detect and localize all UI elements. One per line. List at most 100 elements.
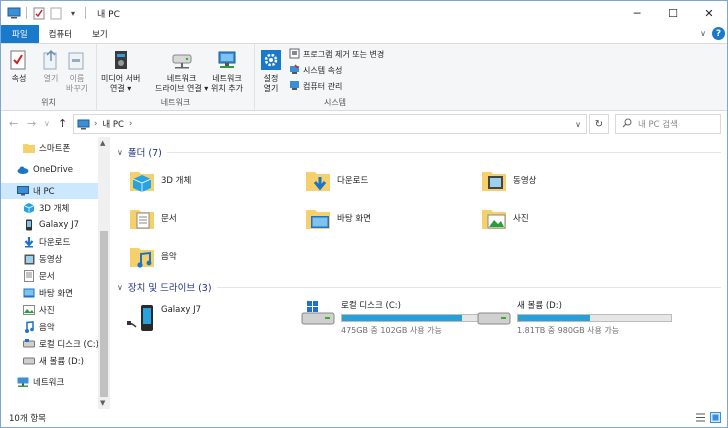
desktop-icon (23, 287, 35, 299)
folders-section-header[interactable]: ∨ 폴더 (7) (117, 145, 721, 159)
folder-label: 사진 (513, 214, 529, 224)
tab-file[interactable]: 파일 (1, 25, 39, 43)
collapse-ribbon-icon[interactable]: ∨ (700, 29, 706, 38)
drive-icon (23, 355, 35, 367)
folder-3d-objects[interactable]: 3D 개체 (129, 167, 191, 193)
network-location-label-1: 네트워크 (212, 74, 242, 83)
properties-icon[interactable] (32, 6, 46, 20)
content-pane: ∨ 폴더 (7) 3D 개체 다운로드 동영상 문서 바탕 화면 사진 음악 ∨… (113, 137, 727, 409)
computer-icon[interactable] (7, 6, 21, 20)
network-drive-icon (170, 48, 194, 72)
phone-icon (125, 303, 155, 336)
folder-pictures[interactable]: 사진 (481, 205, 529, 231)
folder-videos[interactable]: 동영상 (481, 167, 536, 193)
media-server-button[interactable]: 미디어 서버 연결 ▾ (101, 48, 140, 94)
breadcrumb-separator-icon[interactable]: › (129, 119, 132, 129)
devices-section-header[interactable]: ∨ 장치 및 드라이브 (3) (117, 280, 721, 294)
back-arrow-icon[interactable]: ← (9, 117, 18, 130)
close-button[interactable]: ✕ (691, 1, 727, 25)
refresh-button[interactable]: ↻ (589, 114, 609, 134)
nav-item-documents[interactable]: 문서 (1, 268, 98, 284)
customize-dropdown-icon[interactable]: ▾ (66, 6, 80, 20)
picture-icon (23, 304, 35, 316)
drive-local-disk-c[interactable]: 로컬 디스크 (C:) 475GB 중 102GB 사용 가능 (301, 297, 496, 336)
properties-label: 속성 (11, 74, 27, 83)
drive-new-volume-d[interactable]: 새 볼륨 (D:) 1.81TB 중 980GB 사용 가능 (477, 297, 672, 336)
recent-locations-icon[interactable]: ∨ (44, 119, 50, 128)
large-icons-view-icon[interactable] (710, 412, 721, 423)
chevron-down-icon[interactable]: ∨ (117, 283, 123, 292)
folder-label: 다운로드 (337, 176, 369, 186)
search-box[interactable]: 내 PC 검색 (615, 114, 721, 134)
drive-label: 로컬 디스크 (C:) (341, 301, 401, 311)
nav-label: 바탕 화면 (39, 289, 73, 299)
cube-icon (129, 167, 155, 193)
nav-label: Galaxy J7 (39, 220, 80, 230)
nav-item-onedrive[interactable]: OneDrive (1, 162, 98, 178)
document-icon (23, 270, 35, 282)
chevron-down-icon[interactable]: ∨ (117, 148, 123, 157)
nav-item-network[interactable]: 네트워크 (1, 374, 98, 390)
nav-item-pictures[interactable]: 사진 (1, 302, 98, 318)
up-arrow-icon[interactable]: ↑ (58, 117, 67, 130)
window-title: 내 PC (97, 9, 120, 20)
download-icon (23, 236, 35, 248)
new-folder-icon[interactable] (49, 6, 63, 20)
nav-label: 3D 개체 (39, 204, 70, 214)
computer-management-button[interactable]: 컴퓨터 관리 (289, 80, 342, 93)
uninstall-program-button[interactable]: 프로그램 제거 또는 변경 (289, 48, 384, 61)
folder-desktop[interactable]: 바탕 화면 (305, 205, 371, 231)
scroll-down-icon[interactable]: ▼ (100, 399, 105, 407)
nav-item-downloads[interactable]: 다운로드 (1, 234, 98, 250)
breadcrumb-this-pc[interactable]: 내 PC (102, 118, 124, 130)
nav-item-desktop[interactable]: 바탕 화면 (1, 285, 98, 301)
breadcrumb-separator-icon[interactable]: › (94, 119, 97, 129)
minimize-button[interactable]: ─ (619, 1, 655, 25)
scrollbar-thumb[interactable] (100, 231, 108, 397)
drive-usage-fill (342, 315, 463, 321)
address-bar[interactable]: › 내 PC › ∨ (73, 114, 587, 134)
folder-music[interactable]: 음악 (129, 243, 177, 269)
group-label-network: 네트워크 (160, 98, 191, 107)
nav-item-new-volume-d[interactable]: 새 볼륨 (D:) (1, 353, 98, 369)
folder-documents[interactable]: 문서 (129, 205, 177, 231)
folders-section-title: 폴더 (7) (127, 148, 162, 159)
video-icon (23, 253, 35, 265)
ribbon-tabs: 파일 컴퓨터 보기 ∨ ? (1, 25, 727, 43)
nav-item-music[interactable]: 음악 (1, 319, 98, 335)
drive-label: 새 볼륨 (D:) (517, 301, 562, 311)
nav-item-smartphone[interactable]: 스마트폰 (1, 140, 98, 156)
maximize-button[interactable]: ☐ (655, 1, 691, 25)
drive-icon (477, 297, 511, 336)
properties-button[interactable]: 속성 (7, 48, 31, 84)
cloud-icon (17, 164, 29, 176)
tab-computer[interactable]: 컴퓨터 (39, 25, 82, 43)
help-icon[interactable]: ? (712, 27, 725, 40)
network-location-icon (215, 48, 239, 72)
tab-view[interactable]: 보기 (82, 25, 118, 43)
drive-usage-bar (517, 314, 672, 322)
map-network-drive-button[interactable]: 네트워크 드라이브 연결 ▾ (155, 48, 208, 94)
forward-arrow-icon[interactable]: → (27, 117, 36, 130)
drive-space-info: 1.81TB 중 980GB 사용 가능 (517, 326, 620, 335)
nav-item-3d-objects[interactable]: 3D 개체 (1, 200, 98, 216)
navigation-scrollbar[interactable]: ▲ ▼ (98, 137, 110, 409)
nav-item-local-disk-c[interactable]: 로컬 디스크 (C:) (1, 336, 98, 352)
address-dropdown-icon[interactable]: ∨ (575, 120, 581, 129)
nav-item-galaxy-j7[interactable]: Galaxy J7 (1, 217, 98, 233)
group-label-system: 시스템 (323, 98, 347, 107)
details-view-icon[interactable] (695, 412, 706, 423)
system-properties-button[interactable]: 시스템 속성 (289, 64, 342, 77)
nav-item-videos[interactable]: 동영상 (1, 251, 98, 267)
nav-label: 문서 (39, 272, 55, 282)
open-settings-button[interactable]: 설정 열기 (259, 48, 283, 94)
add-network-location-button[interactable]: 네트워크 위치 추가 (211, 48, 243, 94)
nav-label: 동영상 (39, 255, 63, 265)
scroll-up-icon[interactable]: ▲ (100, 139, 105, 147)
nav-label: 스마트폰 (39, 144, 71, 154)
open-button[interactable]: 열기 (39, 48, 63, 84)
folder-downloads[interactable]: 다운로드 (305, 167, 368, 193)
rename-button[interactable]: 이름 바꾸기 (65, 48, 89, 94)
device-galaxy-j7[interactable]: Galaxy J7 (125, 303, 201, 336)
nav-item-this-pc[interactable]: 내 PC (1, 183, 98, 199)
